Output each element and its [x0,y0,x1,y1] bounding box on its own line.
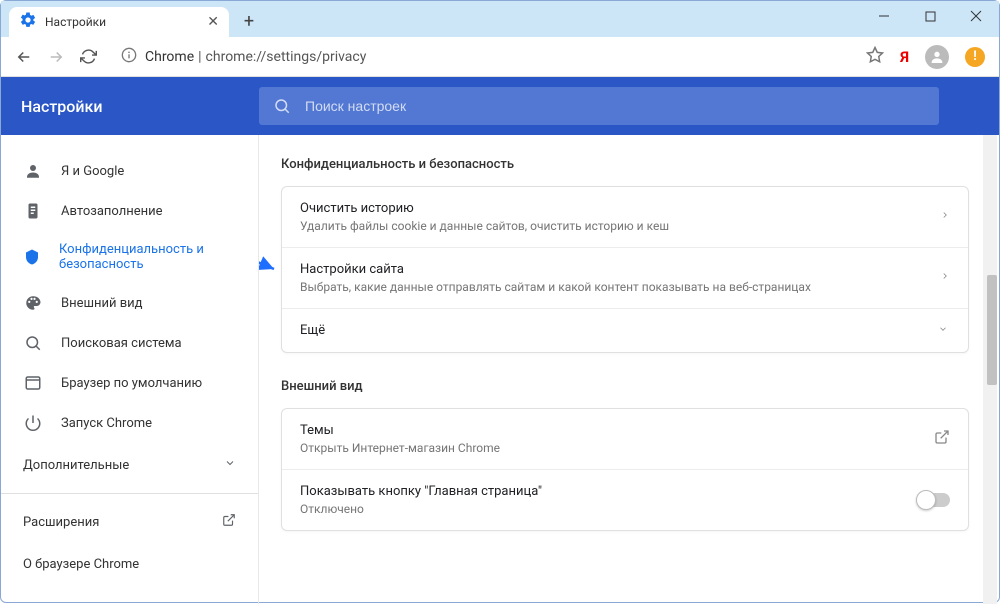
scrollbar-thumb[interactable] [987,275,997,385]
sidebar-item-autofill[interactable]: Автозаполнение [1,191,258,231]
chevron-down-icon [224,457,236,473]
sidebar-advanced-toggle[interactable]: Дополнительные [1,443,258,487]
section-privacy-title: Конфиденциальность и безопасность [281,157,969,172]
open-external-icon [222,513,236,531]
row-subtitle: Удалить файлы cookie и данные сайтов, оч… [300,219,669,233]
gear-icon [19,11,37,33]
chevron-right-icon [940,208,950,226]
sidebar-item-appearance[interactable]: Внешний вид [1,283,258,323]
row-themes[interactable]: Темы Открыть Интернет-магазин Chrome [282,409,968,470]
sidebar-about-chrome[interactable]: О браузере Chrome [1,544,258,585]
row-more[interactable]: Ещё [282,309,968,352]
minimize-button[interactable] [861,1,907,31]
privacy-card: Очистить историю Удалить файлы cookie и … [281,186,969,353]
toggle-home-button[interactable] [918,493,950,507]
row-title: Темы [300,423,500,438]
new-tab-button[interactable]: + [235,7,263,35]
sidebar-item-label: Запуск Chrome [61,416,152,431]
close-tab-icon[interactable]: ✕ [207,14,219,30]
row-site-settings[interactable]: Настройки сайта Выбрать, какие данные от… [282,248,968,309]
extensions-label: Расширения [23,515,99,530]
sidebar-item-label: Я и Google [61,164,124,179]
sidebar-item-you-and-google[interactable]: Я и Google [1,151,258,191]
update-badge-icon[interactable]: ! [965,47,985,67]
sidebar-item-label: Внешний вид [61,296,143,311]
url-text: Chrome|chrome://settings/privacy [145,49,366,65]
page-title: Настройки [21,97,259,116]
site-info-icon[interactable] [121,47,137,67]
search-icon [273,97,291,115]
content-area: Я и Google Автозаполнение Конфиденциальн… [1,135,999,604]
bookmark-star-icon[interactable] [866,46,884,68]
chevron-down-icon [936,323,950,338]
settings-search[interactable] [259,87,939,125]
main-panel: Конфиденциальность и безопасность Очисти… [259,135,999,604]
chevron-right-icon [940,269,950,287]
power-icon [23,414,43,432]
palette-icon [23,294,43,312]
window-controls [861,1,999,37]
url-bar: Chrome|chrome://settings/privacy Я ! [1,37,999,77]
sidebar-item-label: Конфиденциальность и безопасность [59,242,236,272]
close-window-button[interactable] [953,1,999,31]
yandex-icon[interactable]: Я [900,48,909,66]
browser-icon [23,374,43,392]
forward-button[interactable] [47,48,65,66]
row-subtitle: Отключено [300,502,542,516]
address-field[interactable]: Chrome|chrome://settings/privacy [111,47,852,67]
back-button[interactable] [15,48,33,66]
tab-title: Настройки [45,15,106,29]
person-icon [23,162,43,180]
appearance-card: Темы Открыть Интернет-магазин Chrome Пок… [281,408,969,531]
browser-tab[interactable]: Настройки ✕ [9,7,229,37]
clipboard-icon [23,202,43,220]
open-external-icon [934,429,950,449]
window-titlebar: Настройки ✕ + [1,1,999,37]
sidebar-extensions[interactable]: Расширения [1,500,258,544]
advanced-label: Дополнительные [23,458,129,473]
row-show-home-button[interactable]: Показывать кнопку "Главная страница" Отк… [282,470,968,530]
divider [1,493,258,494]
row-title: Настройки сайта [300,262,811,277]
row-clear-history[interactable]: Очистить историю Удалить файлы cookie и … [282,187,968,248]
sidebar-item-label: Поисковая система [61,336,182,351]
about-label: О браузере Chrome [23,557,139,572]
search-icon [23,334,43,352]
shield-icon [23,248,41,266]
row-subtitle: Открыть Интернет-магазин Chrome [300,441,500,455]
section-appearance-title: Внешний вид [281,379,969,394]
profile-avatar-icon[interactable] [925,45,949,69]
search-input[interactable] [305,98,925,114]
sidebar-item-label: Браузер по умолчанию [61,376,202,391]
reload-button[interactable] [79,48,97,66]
sidebar-item-default-browser[interactable]: Браузер по умолчанию [1,363,258,403]
row-subtitle: Выбрать, какие данные отправлять сайтам … [300,280,811,294]
sidebar-item-on-startup[interactable]: Запуск Chrome [1,403,258,443]
settings-header: Настройки [1,77,999,135]
sidebar-item-search-engine[interactable]: Поисковая система [1,323,258,363]
maximize-button[interactable] [907,1,953,31]
row-title: Ещё [300,323,325,338]
row-title: Показывать кнопку "Главная страница" [300,484,542,499]
annotation-arrow [259,195,264,225]
sidebar: Я и Google Автозаполнение Конфиденциальн… [1,135,259,604]
sidebar-item-label: Автозаполнение [61,204,163,219]
sidebar-item-privacy[interactable]: Конфиденциальность и безопасность [1,231,258,283]
row-title: Очистить историю [300,201,669,216]
